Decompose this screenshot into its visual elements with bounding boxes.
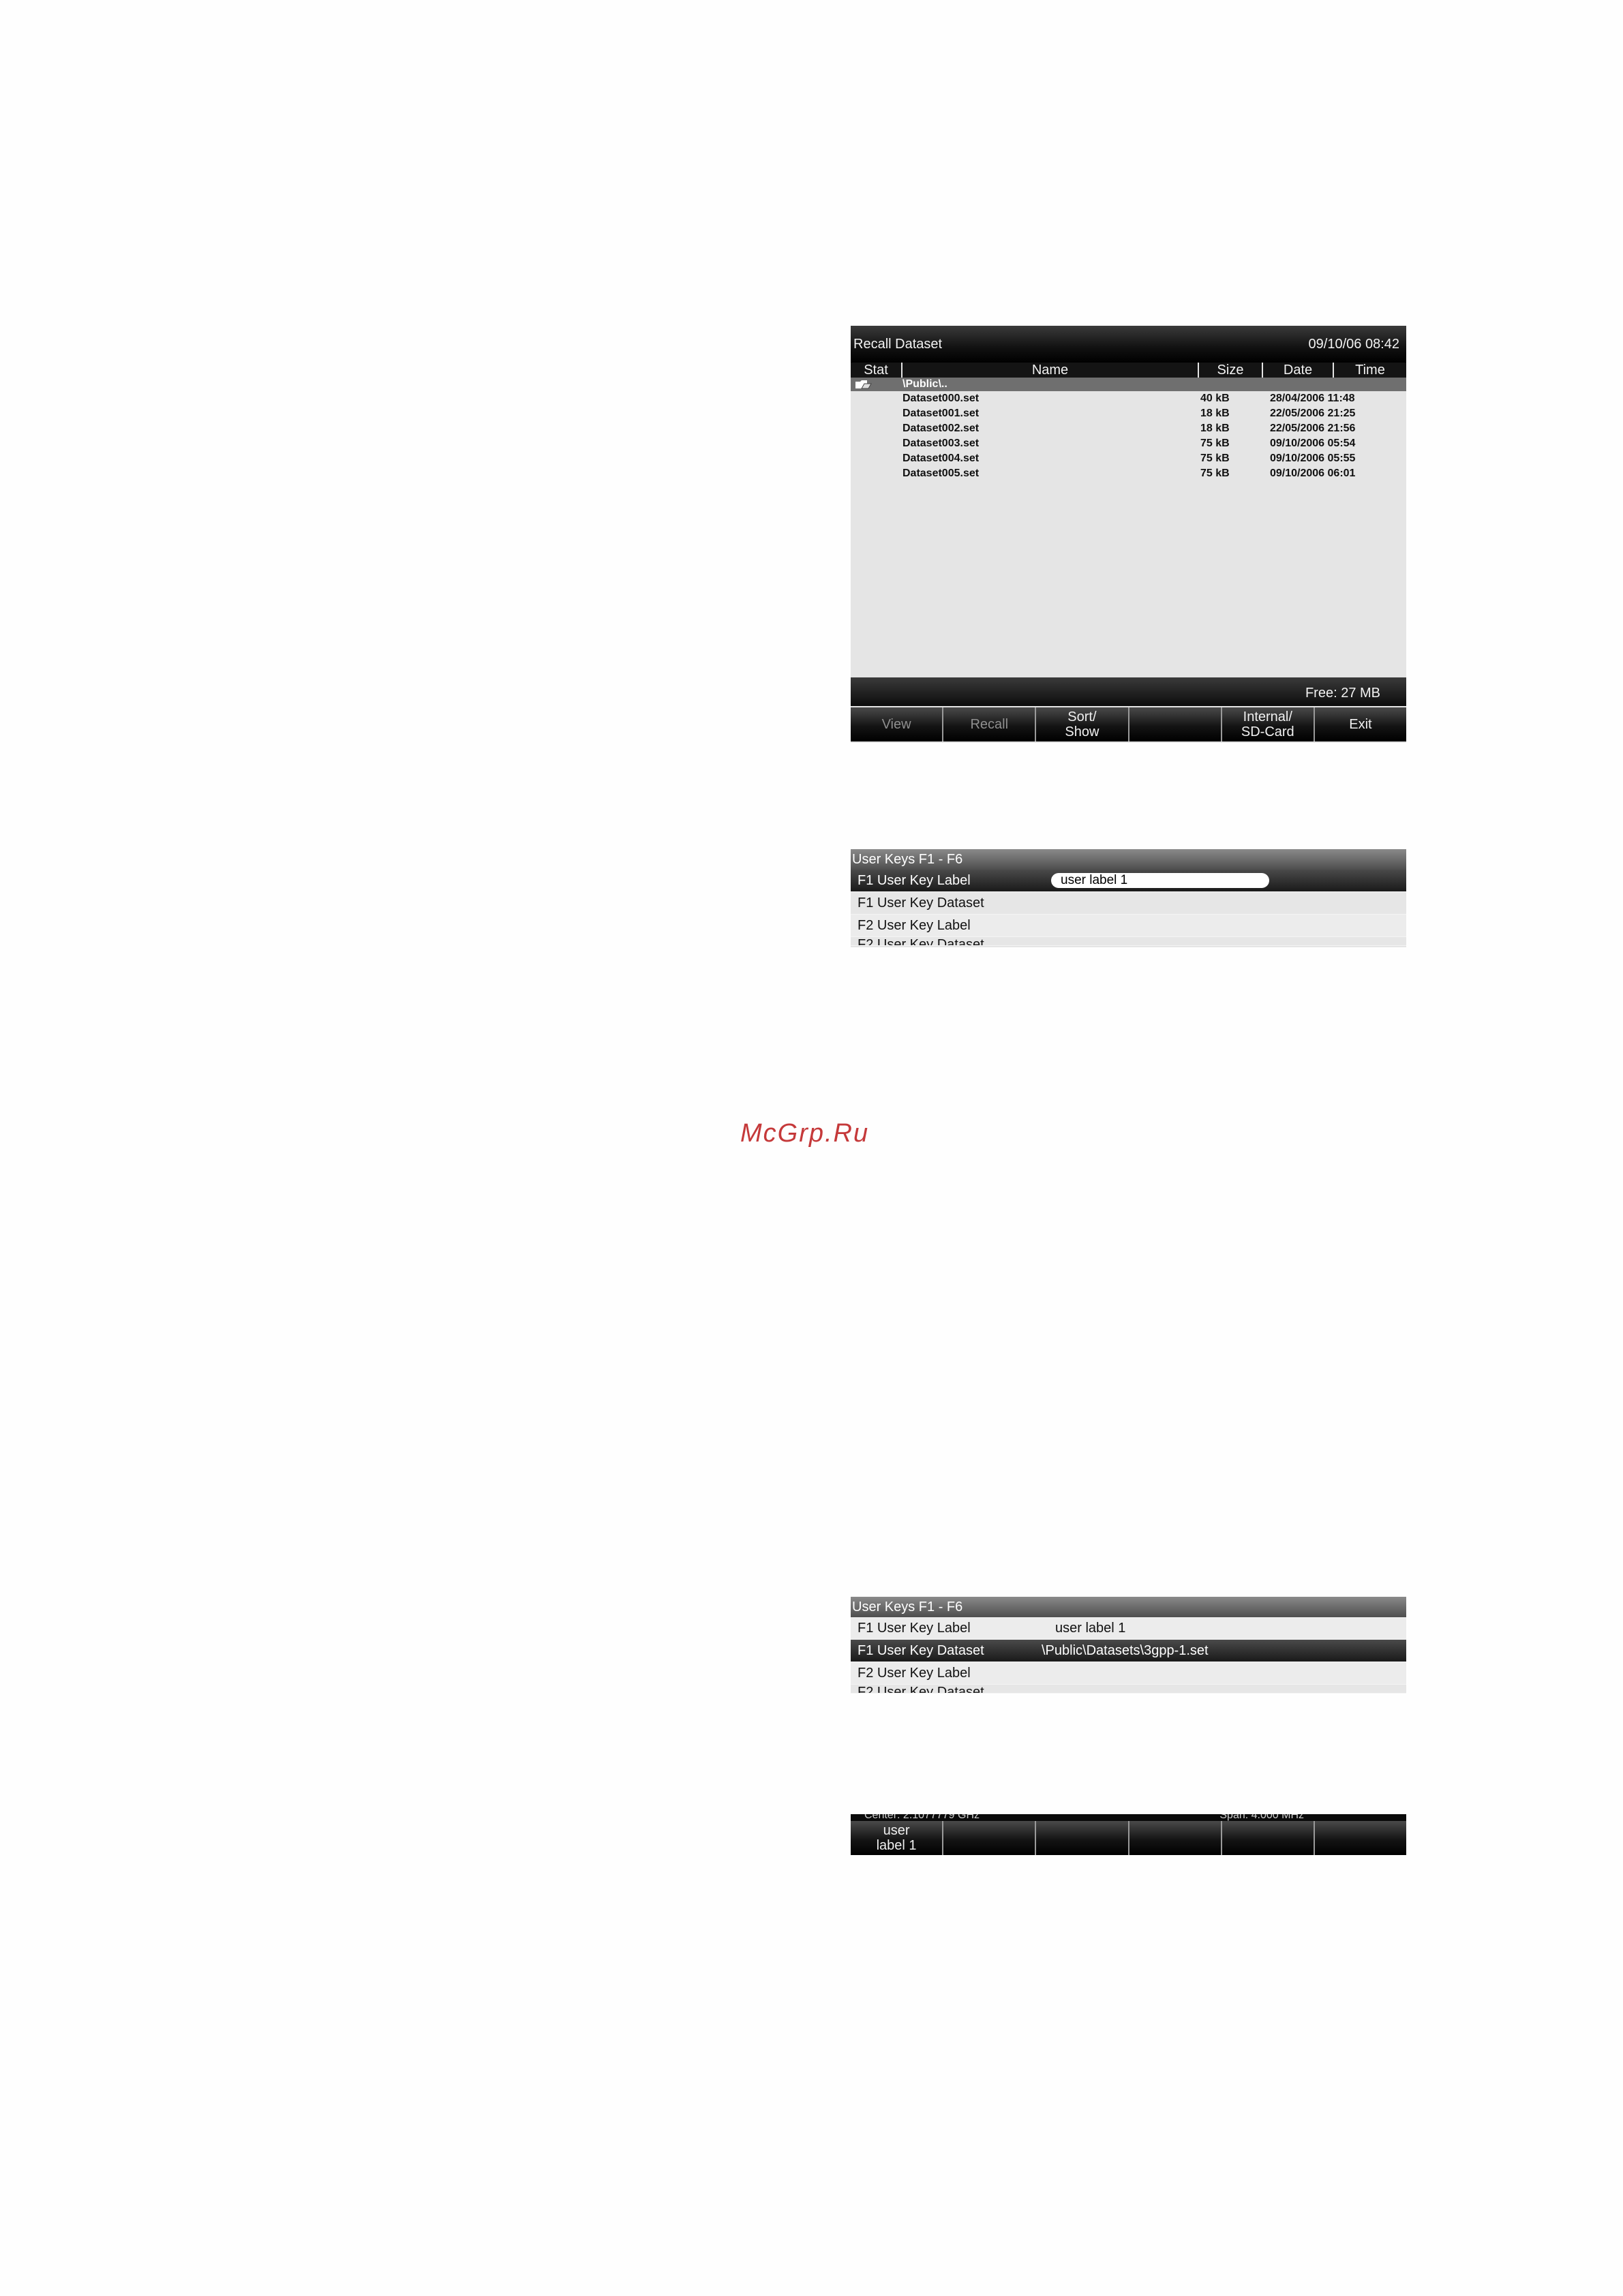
file-name: Dataset004.set <box>902 453 980 464</box>
user-softkey-bar-screen: Center: 2.1077779 GHz Span: 4.000 MHz us… <box>851 1814 1406 1855</box>
folder-path: \Public\.. <box>902 378 947 390</box>
row-label: F1 User Key Dataset <box>858 895 984 910</box>
recall-title-bar: Recall Dataset 09/10/06 08:42 <box>851 326 1406 363</box>
user-softkeys: user label 1 <box>851 1821 1406 1855</box>
file-datetime: 09/10/2006 06:01 <box>1270 468 1356 479</box>
f2-user-key-dataset-row[interactable]: F2 User Key Dataset <box>851 937 1406 946</box>
internal-sd-card-softkey[interactable]: Internal/ SD-Card <box>1222 707 1315 741</box>
recall-softkey-bar: View Recall Sort/ Show Internal/ SD-Card… <box>851 707 1406 741</box>
row-label: F1 User Key Label <box>858 872 971 888</box>
user-label-edit-field[interactable]: user label 1 <box>1051 873 1269 888</box>
file-name: Dataset002.set <box>902 423 980 434</box>
file-datetime: 09/10/2006 05:55 <box>1270 453 1356 464</box>
f1-user-key-dataset-row[interactable]: F1 User Key Dataset <box>851 892 1406 915</box>
empty-softkey[interactable] <box>943 1821 1037 1855</box>
file-row[interactable]: Dataset002.set 18 kB 22/05/2006 21:56 <box>851 421 1406 436</box>
empty-softkey[interactable] <box>1129 1821 1222 1855</box>
col-name[interactable]: Name <box>902 363 1199 378</box>
exit-softkey[interactable]: Exit <box>1314 707 1406 741</box>
file-table-header: Stat Name Size Date Time <box>851 363 1406 378</box>
col-size[interactable]: Size <box>1199 363 1263 378</box>
user-label-1-softkey[interactable]: user label 1 <box>851 1821 944 1855</box>
empty-softkey[interactable] <box>1036 1821 1129 1855</box>
file-name: Dataset005.set <box>902 468 980 479</box>
file-list: Dataset000.set 40 kB 28/04/2006 11:48 Da… <box>851 391 1406 481</box>
span-value: Span: 4.000 MHz <box>1219 1814 1304 1821</box>
recall-datetime: 09/10/06 08:42 <box>1308 336 1399 352</box>
file-row[interactable]: Dataset003.set 75 kB 09/10/2006 05:54 <box>851 436 1406 451</box>
file-name: Dataset001.set <box>902 408 980 419</box>
file-row[interactable]: Dataset000.set 40 kB 28/04/2006 11:48 <box>851 391 1406 406</box>
row-label: F2 User Key Label <box>858 1665 971 1681</box>
view-softkey[interactable]: View <box>851 707 944 741</box>
file-row[interactable]: Dataset001.set 18 kB 22/05/2006 21:25 <box>851 406 1406 421</box>
row-value: \Public\Datasets\3gpp-1.set <box>1042 1642 1209 1658</box>
row-label: F1 User Key Label <box>858 1620 971 1636</box>
file-name: Dataset003.set <box>902 438 980 449</box>
user-keys-title: User Keys F1 - F6 <box>851 1597 1406 1617</box>
file-row[interactable]: Dataset004.set 75 kB 09/10/2006 05:55 <box>851 451 1406 466</box>
watermark: McGrp.Ru <box>740 1119 870 1148</box>
row-label: F2 User Key Dataset <box>858 937 984 946</box>
center-frequency: Center: 2.1077779 GHz <box>864 1814 980 1821</box>
sort-show-softkey[interactable]: Sort/ Show <box>1036 707 1129 741</box>
file-row[interactable]: Dataset005.set 75 kB 09/10/2006 06:01 <box>851 466 1406 481</box>
file-datetime: 22/05/2006 21:56 <box>1270 423 1356 434</box>
col-stat[interactable]: Stat <box>851 363 902 378</box>
recall-softkey[interactable]: Recall <box>943 707 1037 741</box>
user-keys-title: User Keys F1 - F6 <box>851 849 1406 870</box>
file-size: 18 kB <box>1200 423 1230 434</box>
recall-dataset-screen: Recall Dataset 09/10/06 08:42 Stat Name … <box>851 326 1406 743</box>
current-folder-row[interactable]: \Public\.. <box>851 378 1406 391</box>
user-keys-edit-screen: User Keys F1 - F6 F1 User Key Label user… <box>851 849 1406 947</box>
file-size: 75 kB <box>1200 438 1230 449</box>
f1-user-key-label-row[interactable]: F1 User Key Label user label 1 <box>851 1617 1406 1640</box>
f1-user-key-dataset-row[interactable]: F1 User Key Dataset \Public\Datasets\3gp… <box>851 1640 1406 1662</box>
empty-softkey[interactable] <box>1314 1821 1406 1855</box>
row-label: F2 User Key Label <box>858 917 971 933</box>
file-datetime: 22/05/2006 21:25 <box>1270 408 1356 419</box>
frequency-strip: Center: 2.1077779 GHz Span: 4.000 MHz <box>851 1814 1406 1821</box>
col-date[interactable]: Date <box>1263 363 1334 378</box>
row-value: user label 1 <box>1055 1620 1126 1636</box>
file-size: 18 kB <box>1200 408 1230 419</box>
file-datetime: 28/04/2006 11:48 <box>1270 393 1355 404</box>
file-name: Dataset000.set <box>902 393 980 404</box>
recall-title: Recall Dataset <box>853 336 943 352</box>
f2-user-key-dataset-row[interactable]: F2 User Key Dataset <box>851 1685 1406 1694</box>
file-size: 75 kB <box>1200 468 1230 479</box>
file-size: 40 kB <box>1200 393 1230 404</box>
empty-softkey[interactable] <box>1129 707 1222 741</box>
col-time[interactable]: Time <box>1334 363 1406 378</box>
file-datetime: 09/10/2006 05:54 <box>1270 438 1356 449</box>
file-size: 75 kB <box>1200 453 1230 464</box>
empty-softkey[interactable] <box>1222 1821 1315 1855</box>
user-keys-dataset-screen: User Keys F1 - F6 F1 User Key Label user… <box>851 1597 1406 1694</box>
f2-user-key-label-row[interactable]: F2 User Key Label <box>851 1662 1406 1685</box>
row-label: F1 User Key Dataset <box>858 1642 984 1658</box>
f2-user-key-label-row[interactable]: F2 User Key Label <box>851 915 1406 937</box>
f1-user-key-label-row[interactable]: F1 User Key Label user label 1 <box>851 870 1406 892</box>
free-space-status: Free: 27 MB <box>851 677 1406 706</box>
row-label: F2 User Key Dataset <box>858 1685 984 1694</box>
